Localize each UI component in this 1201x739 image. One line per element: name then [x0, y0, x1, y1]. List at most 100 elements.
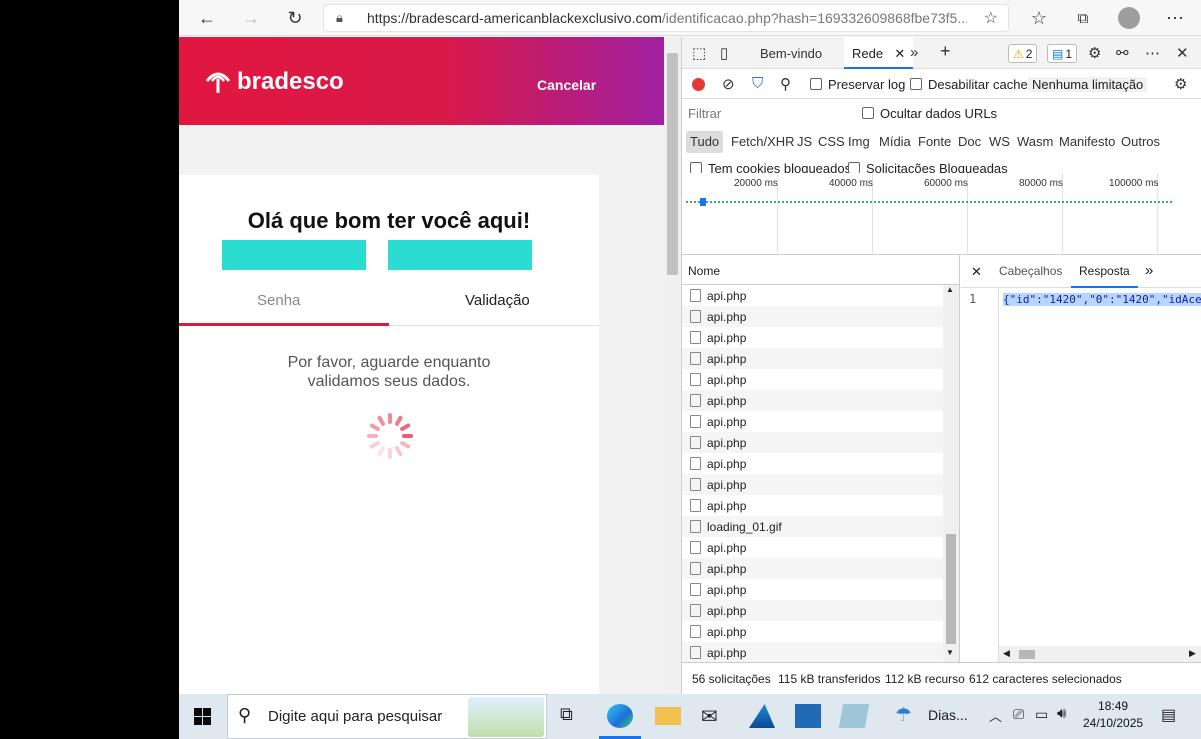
- page-scrollbar-thumb[interactable]: [667, 53, 678, 275]
- back-icon[interactable]: ←: [193, 4, 221, 32]
- scroll-right-icon[interactable]: ▶: [1189, 648, 1196, 659]
- type-filter-js[interactable]: JS: [794, 131, 815, 153]
- clear-icon[interactable]: ⊘: [722, 75, 735, 93]
- request-row[interactable]: api.php: [682, 453, 943, 474]
- type-filter-css[interactable]: CSS: [815, 131, 848, 153]
- favorite-star-icon[interactable]: ☆: [984, 8, 998, 28]
- inspect-icon[interactable]: ⬚: [692, 44, 706, 62]
- scroll-down-icon[interactable]: ▼: [946, 648, 954, 657]
- request-row[interactable]: api.php: [682, 474, 943, 495]
- windows-start-icon[interactable]: [194, 708, 211, 725]
- app-icon[interactable]: [749, 704, 775, 728]
- type-filter-fetch[interactable]: Fetch/XHR: [728, 131, 798, 153]
- settings-gear-icon[interactable]: ⚙: [1088, 44, 1101, 62]
- tab-response[interactable]: Resposta: [1071, 255, 1138, 288]
- warnings-badge[interactable]: ⚠ 2: [1008, 44, 1038, 63]
- more-tabs-icon[interactable]: »: [910, 44, 918, 61]
- request-row[interactable]: loading_01.gif: [682, 516, 943, 537]
- disable-cache-checkbox[interactable]: [910, 78, 922, 93]
- request-row[interactable]: api.php: [682, 390, 943, 411]
- notifications-icon[interactable]: ▤: [1161, 705, 1176, 725]
- request-scroll-thumb[interactable]: [946, 534, 956, 644]
- request-row[interactable]: api.php: [682, 642, 943, 662]
- request-row[interactable]: api.php: [682, 285, 943, 306]
- hscroll-thumb[interactable]: [1019, 650, 1035, 659]
- request-row[interactable]: api.php: [682, 327, 943, 348]
- network-settings-icon[interactable]: ⚙: [1174, 75, 1187, 93]
- type-filter-font[interactable]: Fonte: [915, 131, 954, 153]
- profile-avatar[interactable]: [1115, 4, 1143, 32]
- type-filter-manifest[interactable]: Manifesto: [1056, 131, 1118, 153]
- cancel-link[interactable]: Cancelar: [537, 77, 596, 93]
- request-row[interactable]: api.php: [682, 369, 943, 390]
- type-filter-img[interactable]: Img: [845, 131, 873, 153]
- tab-validacao[interactable]: Validação: [465, 292, 530, 309]
- taskbar-clock[interactable]: 18:49 24/10/2025: [1083, 698, 1143, 732]
- forward-icon[interactable]: →: [237, 4, 265, 32]
- mail-icon[interactable]: ✉: [701, 704, 727, 728]
- taskbar-search-box[interactable]: ⚲ Digite aqui para pesquisar: [227, 694, 547, 739]
- close-detail-icon[interactable]: ✕: [971, 264, 982, 280]
- network-timeline[interactable]: 20000 ms 40000 ms 60000 ms 80000 ms 1000…: [682, 173, 1201, 255]
- scroll-left-icon[interactable]: ◀: [1003, 648, 1010, 659]
- request-row[interactable]: api.php: [682, 621, 943, 642]
- collections-icon[interactable]: ⧉: [1069, 4, 1097, 32]
- type-filter-ws[interactable]: WS: [986, 131, 1013, 153]
- filter-icon[interactable]: ⛉: [752, 75, 763, 92]
- file-explorer-icon[interactable]: [655, 707, 681, 725]
- address-bar[interactable]: 🔒︎ https://bradescard-americanblackexclu…: [323, 4, 1009, 32]
- request-row[interactable]: api.php: [682, 579, 943, 600]
- response-hscrollbar[interactable]: ◀ ▶: [999, 646, 1201, 662]
- type-filter-doc[interactable]: Doc: [955, 131, 984, 153]
- task-view-icon[interactable]: ⧉: [560, 704, 586, 728]
- network-icon[interactable]: ▭: [1035, 706, 1048, 723]
- weather-icon[interactable]: ☂: [895, 704, 912, 727]
- add-tab-icon[interactable]: +: [940, 41, 951, 62]
- tab-headers[interactable]: Cabeçalhos: [999, 264, 1062, 278]
- search-icon[interactable]: ⚲: [780, 75, 791, 93]
- tray-chevron-icon[interactable]: ︿: [989, 706, 1002, 725]
- volume-icon[interactable]: 🔊︎: [1057, 705, 1066, 722]
- request-row[interactable]: api.php: [682, 348, 943, 369]
- request-row[interactable]: api.php: [682, 306, 943, 327]
- request-list-scrollbar[interactable]: ▲ ▼: [943, 285, 959, 662]
- wait-message-line1: Por favor, aguarde enquanto: [287, 354, 491, 371]
- filter-input[interactable]: Filtrar: [688, 106, 848, 124]
- request-row[interactable]: api.php: [682, 537, 943, 558]
- edge-browser-icon[interactable]: [607, 704, 633, 728]
- request-row[interactable]: api.php: [682, 600, 943, 621]
- close-devtools-icon[interactable]: ✕: [1176, 44, 1189, 62]
- scroll-up-icon[interactable]: ▲: [946, 285, 954, 294]
- type-filter-other[interactable]: Outros: [1118, 131, 1163, 153]
- throttling-select[interactable]: Nenhuma limitação: [1028, 77, 1148, 92]
- more-options-icon[interactable]: ⋯: [1145, 44, 1160, 62]
- type-filter-media[interactable]: Mídia: [876, 131, 914, 153]
- page-scrollbar[interactable]: [664, 37, 681, 694]
- hide-data-urls-checkbox[interactable]: [862, 107, 874, 122]
- close-tab-icon[interactable]: ✕: [894, 46, 905, 61]
- request-row[interactable]: api.php: [682, 495, 943, 516]
- tab-senha[interactable]: Senha: [257, 292, 300, 309]
- preserve-log-checkbox[interactable]: [810, 78, 822, 93]
- request-row[interactable]: api.php: [682, 432, 943, 453]
- weather-label[interactable]: Dias...: [928, 707, 968, 723]
- customize-icon[interactable]: ⚯: [1116, 44, 1129, 62]
- tray-app-icon[interactable]: ⎚: [1013, 706, 1024, 723]
- request-row[interactable]: api.php: [682, 558, 943, 579]
- tab-rede[interactable]: Rede ✕: [844, 37, 914, 69]
- more-menu-icon[interactable]: ⋯: [1161, 4, 1189, 32]
- device-toolbar-icon[interactable]: ▯: [720, 44, 728, 62]
- type-filter-wasm[interactable]: Wasm: [1014, 131, 1056, 153]
- type-filter-all[interactable]: Tudo: [686, 131, 724, 153]
- notepad-icon[interactable]: [838, 704, 870, 728]
- record-icon[interactable]: [692, 78, 705, 91]
- monitor-app-icon[interactable]: [795, 704, 821, 728]
- request-row[interactable]: api.php: [682, 411, 943, 432]
- column-header-name[interactable]: Nome: [682, 255, 960, 285]
- refresh-icon[interactable]: ↻: [281, 4, 309, 32]
- messages-badge[interactable]: ▤ 1: [1047, 44, 1078, 63]
- tab-bem-vindo[interactable]: Bem-vindo: [760, 46, 822, 61]
- response-json[interactable]: {"id":"1420","0":"1420","idAce: [1003, 293, 1201, 306]
- favorites-icon[interactable]: ☆: [1025, 4, 1053, 32]
- more-detail-tabs-icon[interactable]: »: [1145, 262, 1153, 279]
